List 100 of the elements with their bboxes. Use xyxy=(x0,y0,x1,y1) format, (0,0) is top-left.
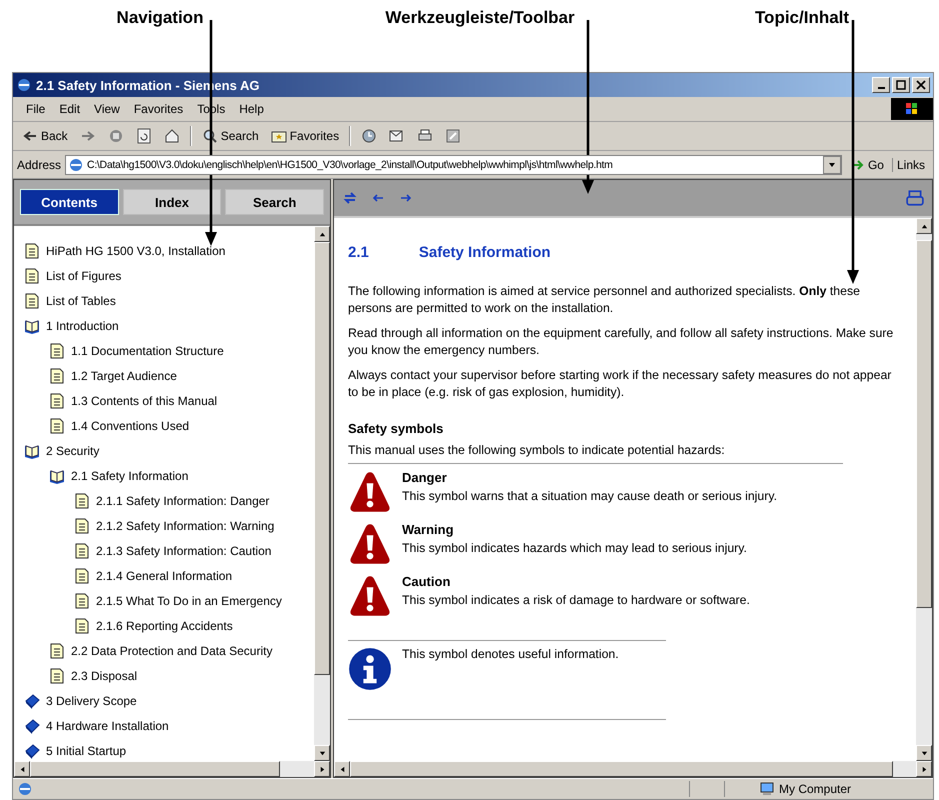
tree-item[interactable]: 2.1.5 What To Do in an Emergency xyxy=(14,588,314,613)
minimize-button[interactable] xyxy=(872,77,890,93)
tree-item[interactable]: 5 Initial Startup xyxy=(14,738,314,761)
envelope-icon xyxy=(389,128,406,144)
document-icon xyxy=(24,242,40,258)
tree-item[interactable]: 2.1.1 Safety Information: Danger xyxy=(14,488,314,513)
document-icon xyxy=(74,518,90,534)
close-icon xyxy=(916,80,926,90)
caret-icon xyxy=(18,766,26,772)
clock-icon xyxy=(361,128,378,144)
annotation-label: Werkzeugleiste/Toolbar xyxy=(385,8,575,28)
menu-item[interactable]: Help xyxy=(232,102,271,116)
links-button[interactable]: Links xyxy=(892,158,929,172)
annotation-label: Topic/Inhalt xyxy=(754,8,850,28)
search-button[interactable]: Search xyxy=(196,126,264,146)
vertical-scrollbar[interactable] xyxy=(916,218,932,761)
symbol-description: This symbol warns that a situation may cause death or serious injury. xyxy=(402,489,777,503)
annotation-label: Navigation xyxy=(116,8,204,28)
tree-item[interactable]: List of Tables xyxy=(14,288,314,313)
go-button[interactable]: Go xyxy=(846,156,888,172)
tree-item[interactable]: 3 Delivery Scope xyxy=(14,688,314,713)
warning-icon xyxy=(348,470,392,514)
document-icon xyxy=(74,568,90,584)
tree-item[interactable]: 2.2 Data Protection and Data Security xyxy=(14,638,314,663)
caret-icon xyxy=(318,766,326,772)
favorites-button[interactable]: Favorites xyxy=(266,126,344,146)
tree-item[interactable]: 4 Hardware Installation xyxy=(14,713,314,738)
paragraph: Always contact your supervisor before starting work if the necessary safety measures do not appear to be in place (e.g. risk of gas explosion, humidity). xyxy=(348,367,892,401)
document-icon xyxy=(49,392,65,408)
tree-item[interactable]: 2.1.3 Safety Information: Caution xyxy=(14,538,314,563)
caret-icon xyxy=(828,160,836,168)
paragraph: Read through all information on the equipment carefully, and follow all safety instructions. Make sure you know the emergency numbers. xyxy=(348,325,894,359)
tree-item[interactable]: 1.2 Target Audience xyxy=(14,363,314,388)
address-label: Address xyxy=(17,158,62,172)
warning-icon xyxy=(348,574,392,618)
document-icon xyxy=(74,492,90,508)
search-icon xyxy=(202,128,218,144)
maximize-icon xyxy=(896,80,906,90)
menu-item[interactable]: File xyxy=(19,102,52,116)
nav-tab[interactable]: Contents xyxy=(20,189,119,215)
menu-item[interactable]: View xyxy=(87,102,127,116)
document-icon xyxy=(74,542,90,558)
caret-icon xyxy=(318,750,326,756)
tree-item[interactable]: 1 Introduction xyxy=(14,313,314,338)
symbol-title: Danger xyxy=(402,470,448,485)
document-icon xyxy=(24,268,40,284)
address-field[interactable]: C:\Data\hg1500\V3.0\doku\englisch\help\en\HG1500_V30\vorlage_2\install\Output\webhelp\wwhimpl\js\html\wwhelp.htm xyxy=(65,154,842,174)
stop-icon xyxy=(108,128,124,144)
horizontal-scrollbar[interactable] xyxy=(334,761,932,777)
caret-icon xyxy=(920,750,928,756)
document-icon xyxy=(49,342,65,358)
section-number: 2.1 xyxy=(348,244,369,261)
nav-tab[interactable]: Search xyxy=(225,189,324,215)
subheading: Safety symbols xyxy=(348,421,444,436)
tree-item[interactable]: 2.3 Disposal xyxy=(14,663,314,688)
warning-icon xyxy=(348,522,392,566)
zone-label: My Computer xyxy=(779,782,852,796)
symbol-description: This symbol denotes useful information. xyxy=(402,647,619,663)
symbol-description: This symbol indicates hazards which may lead to serious injury. xyxy=(402,541,747,555)
tree-item[interactable]: 1.4 Conventions Used xyxy=(14,413,314,438)
back-button[interactable]: Back xyxy=(17,126,73,146)
caret-icon xyxy=(920,222,928,230)
vertical-scrollbar[interactable] xyxy=(314,226,330,761)
computer-icon xyxy=(759,781,775,797)
tree-item[interactable]: 1.3 Contents of this Manual xyxy=(14,388,314,413)
symbol-title: Warning xyxy=(402,522,455,537)
horizontal-scrollbar[interactable] xyxy=(14,761,330,777)
caret-icon xyxy=(920,766,928,772)
home-icon xyxy=(164,128,180,144)
caret-icon xyxy=(338,766,346,772)
tree-item[interactable]: 2.1.6 Reporting Accidents xyxy=(14,613,314,638)
sync-icon xyxy=(342,190,358,206)
refresh-icon xyxy=(136,128,152,144)
document-icon xyxy=(49,368,65,384)
info-icon xyxy=(348,647,392,691)
menu-item[interactable]: Favorites xyxy=(126,102,190,116)
document-icon xyxy=(24,292,40,308)
symbol-title: Caution xyxy=(402,574,452,589)
document-icon xyxy=(74,592,90,608)
tree-item[interactable]: 2 Security xyxy=(14,438,314,463)
caret-icon xyxy=(318,230,326,238)
tree-item[interactable]: 1.1 Documentation Structure xyxy=(14,338,314,363)
printer-icon xyxy=(906,189,924,207)
tree-item[interactable]: List of Figures xyxy=(14,263,314,288)
tree-item[interactable]: 2.1.4 General Information xyxy=(14,563,314,588)
section-title: Safety Information xyxy=(418,244,551,261)
paragraph: This manual uses the following symbols to indicate potential hazards: xyxy=(348,442,726,459)
windows-logo-icon xyxy=(891,98,933,120)
nav-tab[interactable]: Index xyxy=(122,189,222,215)
maximize-button[interactable] xyxy=(892,77,910,93)
tree-item[interactable]: HiPath HG 1500 V3.0, Installation xyxy=(14,238,314,263)
tree-item[interactable]: 2.1 Safety Information xyxy=(14,463,314,488)
edit-icon xyxy=(445,128,462,144)
menu-item[interactable]: Edit xyxy=(52,102,88,116)
close-button[interactable] xyxy=(912,77,930,93)
document-icon xyxy=(49,642,65,658)
symbol-description: This symbol indicates a risk of damage to hardware or software. xyxy=(402,593,750,607)
tree-item[interactable]: 2.1.2 Safety Information: Warning xyxy=(14,513,314,538)
document-icon xyxy=(49,418,65,434)
document-icon xyxy=(74,618,90,634)
